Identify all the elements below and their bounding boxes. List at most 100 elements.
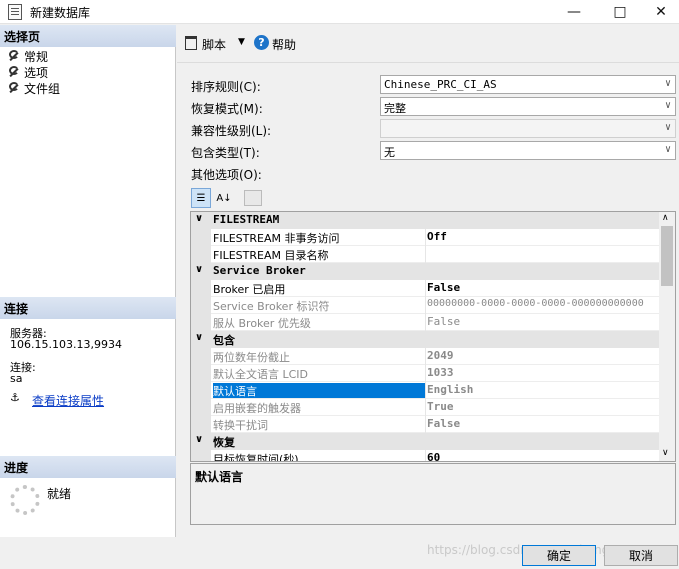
toolbar: 脚本 ▼ ? 帮助 xyxy=(177,25,679,63)
chevron-down-icon[interactable]: ∨ xyxy=(195,332,203,343)
chevron-down-icon: ∨ xyxy=(664,100,671,111)
property-name: 启用嵌套的触发器 xyxy=(213,402,301,415)
property-name: 转换干扰词 xyxy=(213,419,268,432)
sort-alpha-icon[interactable]: A↓ xyxy=(214,188,234,208)
chevron-down-icon: ∨ xyxy=(664,78,671,89)
chevron-down-icon: ∨ xyxy=(664,144,671,155)
collation-value: Chinese_PRC_CI_AS xyxy=(384,78,497,91)
recovery-model-select[interactable]: 完整 ∨ xyxy=(380,97,676,116)
containment-type-value: 无 xyxy=(384,146,395,159)
chevron-up-icon[interactable]: ∧ xyxy=(662,213,669,223)
property-value[interactable]: English xyxy=(427,383,473,396)
spinner-icon xyxy=(10,485,40,515)
category-service-broker[interactable]: ∨ Service Broker xyxy=(191,263,659,280)
property-value[interactable]: 1033 xyxy=(427,366,454,379)
category-name: 恢复 xyxy=(213,436,235,449)
property-value[interactable]: False xyxy=(427,315,460,328)
property-value[interactable]: 00000000-0000-0000-0000-000000000000 xyxy=(427,298,644,309)
page-label: 常规 xyxy=(24,49,49,64)
collation-label: 排序规则(C): xyxy=(191,80,261,94)
connection-value: sa xyxy=(10,372,23,385)
property-value[interactable]: 60 xyxy=(427,451,440,461)
property-pages-icon[interactable] xyxy=(244,190,262,206)
chevron-down-icon[interactable]: ∨ xyxy=(195,213,203,224)
containment-type-label: 包含类型(T): xyxy=(191,146,260,160)
wrench-icon xyxy=(8,66,20,78)
categorized-icon[interactable]: ☰ xyxy=(191,188,211,208)
property-row[interactable]: 两位数年份截止 2049 xyxy=(191,348,659,365)
compatibility-level-label: 兼容性级别(L): xyxy=(191,124,272,138)
property-row[interactable]: FILESTREAM 目录名称 xyxy=(191,246,659,263)
property-name: 目标恢复时间(秒) xyxy=(213,453,299,462)
other-options-label: 其他选项(O): xyxy=(191,168,262,182)
property-row[interactable]: 目标恢复时间(秒) 60 xyxy=(191,450,659,462)
recovery-model-label: 恢复模式(M): xyxy=(191,102,263,116)
property-name: 服从 Broker 优先级 xyxy=(213,317,311,330)
chevron-down-icon[interactable]: ▼ xyxy=(238,37,245,47)
select-page-header: 选择页 xyxy=(0,25,176,47)
connection-props-icon: ⚓ xyxy=(10,391,20,404)
chevron-down-icon[interactable]: ∨ xyxy=(195,434,203,445)
chevron-down-icon: ∨ xyxy=(664,122,671,133)
category-name: 包含 xyxy=(213,334,235,347)
compatibility-level-select[interactable]: ∨ xyxy=(380,119,676,138)
title-bar: 新建数据库 — □ ✕ xyxy=(0,0,679,24)
window-title: 新建数据库 xyxy=(30,6,91,20)
scrollbar-thumb[interactable] xyxy=(661,226,673,286)
property-value[interactable]: False xyxy=(427,281,460,294)
property-name: FILESTREAM 非事务访问 xyxy=(213,232,340,245)
left-panel: 选择页 常规 选项 文件组 连接 服务器: 106.15.103.13,9934… xyxy=(0,25,176,537)
property-row[interactable]: 默认全文语言 LCID 1033 xyxy=(191,365,659,382)
script-button[interactable]: 脚本 xyxy=(202,36,226,53)
property-row[interactable]: 服从 Broker 优先级 False xyxy=(191,314,659,331)
property-name: FILESTREAM 目录名称 xyxy=(213,249,329,262)
containment-type-select[interactable]: 无 ∨ xyxy=(380,141,676,160)
progress-header: 进度 xyxy=(0,456,176,478)
category-filestream[interactable]: ∨ FILESTREAM xyxy=(191,212,659,229)
property-grid: ∨ FILESTREAM FILESTREAM 非事务访问 Off FILEST… xyxy=(190,211,676,462)
property-value[interactable]: True xyxy=(427,400,454,413)
collation-select[interactable]: Chinese_PRC_CI_AS ∨ xyxy=(380,75,676,94)
description-title: 默认语言 xyxy=(195,470,244,484)
property-value[interactable]: Off xyxy=(427,230,447,243)
property-name: Service Broker 标识符 xyxy=(213,300,330,313)
page-item-filegroups[interactable]: 文件组 xyxy=(8,80,60,96)
connection-header: 连接 xyxy=(0,297,176,319)
page-item-general[interactable]: 常规 xyxy=(8,48,48,64)
category-name: Service Broker xyxy=(213,264,306,277)
cancel-button[interactable]: 取消 xyxy=(604,545,678,566)
property-name: Broker 已启用 xyxy=(213,283,286,296)
help-icon: ? xyxy=(254,35,269,50)
maximize-button[interactable]: □ xyxy=(597,0,643,24)
category-name: FILESTREAM xyxy=(213,213,280,226)
database-icon xyxy=(8,4,22,20)
page-item-options[interactable]: 选项 xyxy=(8,64,48,80)
wrench-icon xyxy=(8,50,20,62)
ok-button[interactable]: 确定 xyxy=(522,545,596,566)
property-row[interactable]: 启用嵌套的触发器 True xyxy=(191,399,659,416)
chevron-down-icon[interactable]: ∨ xyxy=(662,448,669,458)
property-value[interactable]: False xyxy=(427,417,460,430)
page-label: 选项 xyxy=(24,65,49,80)
server-value: 106.15.103.13,9934 xyxy=(10,338,122,351)
page-label: 文件组 xyxy=(24,81,61,96)
close-button[interactable]: ✕ xyxy=(643,0,679,24)
progress-status: 就绪 xyxy=(47,487,72,501)
category-containment[interactable]: ∨ 包含 xyxy=(191,331,659,348)
minimize-button[interactable]: — xyxy=(551,0,597,24)
chevron-down-icon[interactable]: ∨ xyxy=(195,264,203,275)
wrench-icon xyxy=(8,82,20,94)
property-name: 两位数年份截止 xyxy=(213,351,290,364)
property-row[interactable]: Service Broker 标识符 00000000-0000-0000-00… xyxy=(191,297,659,314)
recovery-model-value: 完整 xyxy=(384,102,406,115)
script-icon xyxy=(185,36,197,50)
category-recovery[interactable]: ∨ 恢复 xyxy=(191,433,659,450)
view-connection-properties-link[interactable]: 查看连接属性 xyxy=(32,392,104,409)
property-value[interactable]: 2049 xyxy=(427,349,454,362)
help-button[interactable]: 帮助 xyxy=(272,36,296,53)
property-name: 默认全文语言 LCID xyxy=(213,368,309,381)
property-row-selected[interactable]: 默认语言 English xyxy=(191,382,659,399)
property-row[interactable]: Broker 已启用 False xyxy=(191,280,659,297)
property-row[interactable]: 转换干扰词 False xyxy=(191,416,659,433)
property-row[interactable]: FILESTREAM 非事务访问 Off xyxy=(191,229,659,246)
